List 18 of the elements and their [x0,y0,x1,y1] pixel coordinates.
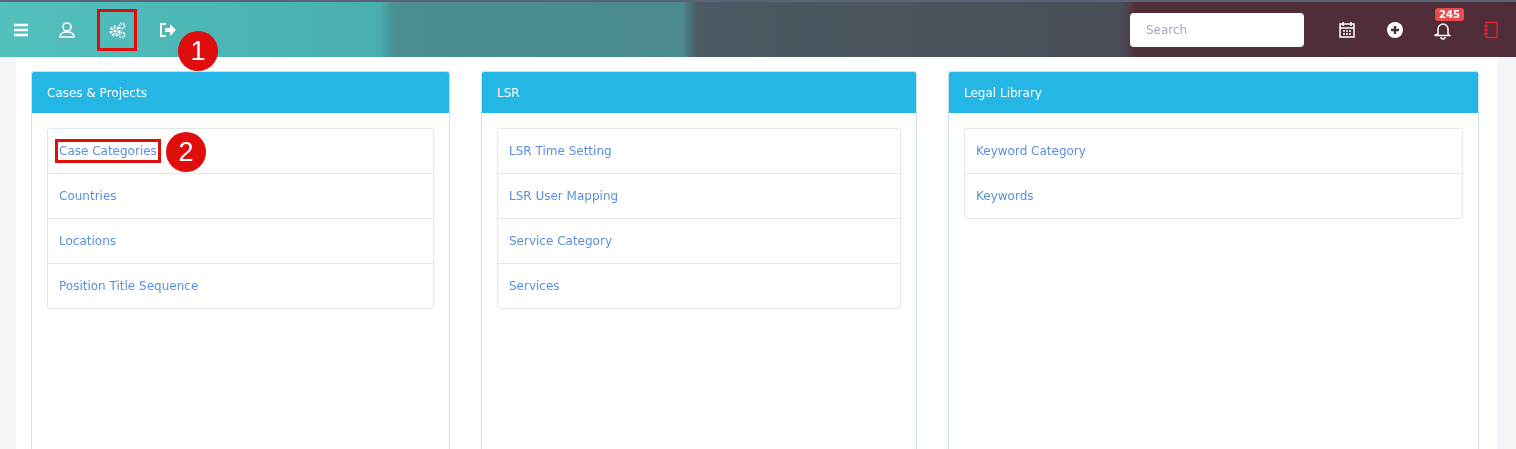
settings-link[interactable]: Service Category [508,232,613,250]
panel-header: Legal Library [949,72,1478,113]
settings-link[interactable]: Keyword Category [975,142,1087,160]
settings-link[interactable]: LSR Time Setting [508,142,613,160]
settings-link[interactable]: Services [508,277,561,295]
settings-link[interactable]: Keywords [975,187,1035,205]
settings-link[interactable]: Position Title Sequence [58,277,200,295]
panel-header: LSR [482,72,916,113]
settings-link[interactable]: Locations [58,232,117,250]
step-marker: 1 [178,31,218,71]
search-field[interactable]: Search [1130,12,1304,47]
step-marker: 2 [166,132,206,172]
notification-badge: 245 [1435,7,1464,21]
settings-icon[interactable] [100,11,134,48]
panel-header: Cases & Projects [32,72,449,113]
settings-link[interactable]: Countries [58,187,118,205]
settings-link[interactable]: Case Categories [58,142,158,160]
settings-link[interactable]: LSR User Mapping [508,187,620,205]
